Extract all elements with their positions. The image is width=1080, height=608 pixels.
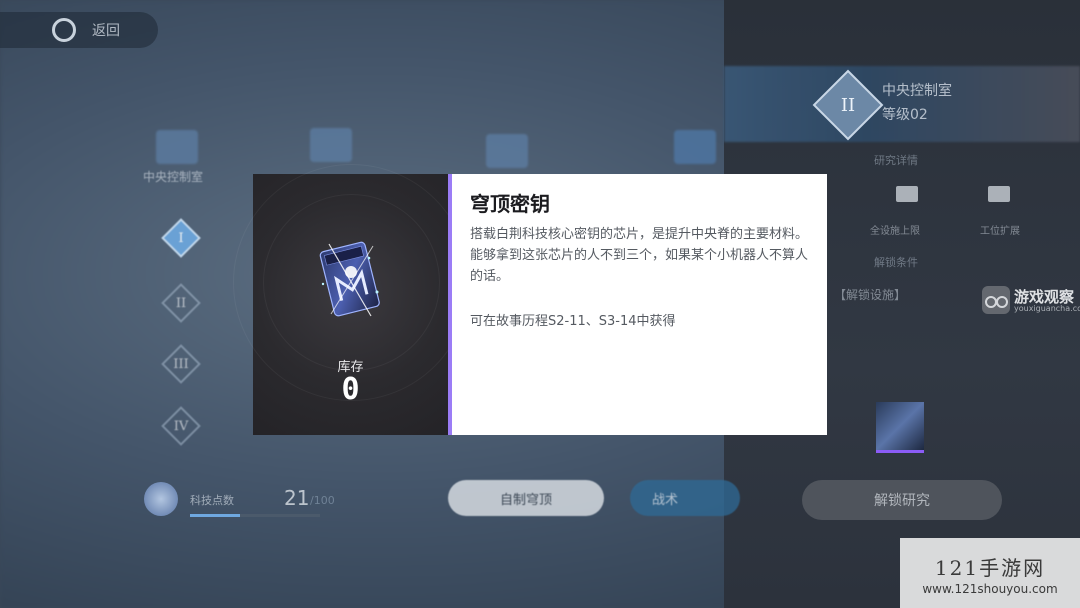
facility-cap-label: 全设施上限 — [870, 226, 920, 237]
facility-icon — [486, 134, 528, 168]
facility-icon — [310, 128, 352, 162]
tools-icon — [674, 130, 716, 164]
stock-value: 0 — [341, 372, 360, 407]
watermark2-url: www.121shouyou.com — [922, 582, 1058, 596]
tech-points-max: /100 — [310, 494, 335, 507]
item-source: 可在故事历程S2-11、S3-14中获得 — [470, 314, 676, 329]
unlock-condition: 【解锁设施】 — [834, 288, 907, 302]
research-header: 研究详情 — [874, 154, 918, 167]
back-label[interactable]: 返回 — [92, 20, 120, 40]
tech-points-fill — [190, 514, 240, 517]
required-item-thumbnail[interactable] — [876, 402, 924, 453]
item-preview-panel: 库存 0 — [233, 164, 470, 435]
tech-points-icon — [144, 482, 178, 516]
facility-cap-icon — [896, 186, 918, 202]
item-detail-dialog: 库存 0 穹顶密钥 搭载白荆科技核心密钥的芯片，是提升中央脊的主要材料。能够拿到… — [233, 164, 827, 435]
facility-title: 中央控制室 — [882, 83, 952, 99]
battle-button[interactable]: 战术 — [630, 480, 740, 516]
facility-level: 等级02 — [882, 107, 928, 123]
self-made-dome-button[interactable]: 自制穹顶 — [448, 480, 604, 516]
unlock-research-button[interactable]: 解锁研究 — [802, 480, 1002, 520]
watermark-box: 121手游网 www.121shouyou.com — [900, 538, 1080, 608]
tech-points-value: 21 — [284, 486, 310, 510]
unlock-header: 解锁条件 — [874, 256, 918, 269]
workstation-icon — [988, 186, 1010, 202]
dome-key-chip-icon — [319, 241, 380, 317]
item-info-panel: 穹顶密钥 搭载白荆科技核心密钥的芯片，是提升中央脊的主要材料。能够拿到这张芯片的… — [452, 174, 827, 435]
back-button[interactable] — [0, 12, 158, 48]
item-description: 搭载白荆科技核心密钥的芯片，是提升中央脊的主要材料。能够拿到这张芯片的人不到三个… — [470, 227, 809, 284]
control-room-icon — [156, 130, 198, 164]
tech-points-label: 科技点数 — [190, 494, 234, 507]
watermark-logo-icon — [982, 286, 1010, 314]
watermark-site-url: youxiguancha.com — [1014, 304, 1080, 313]
back-icon[interactable] — [52, 18, 76, 42]
watermark2-name: 121手游网 — [934, 556, 1046, 580]
workstation-label: 工位扩展 — [980, 226, 1020, 237]
tree-category-label: 中央控制室 — [143, 170, 204, 184]
item-title: 穹顶密钥 — [470, 192, 550, 216]
